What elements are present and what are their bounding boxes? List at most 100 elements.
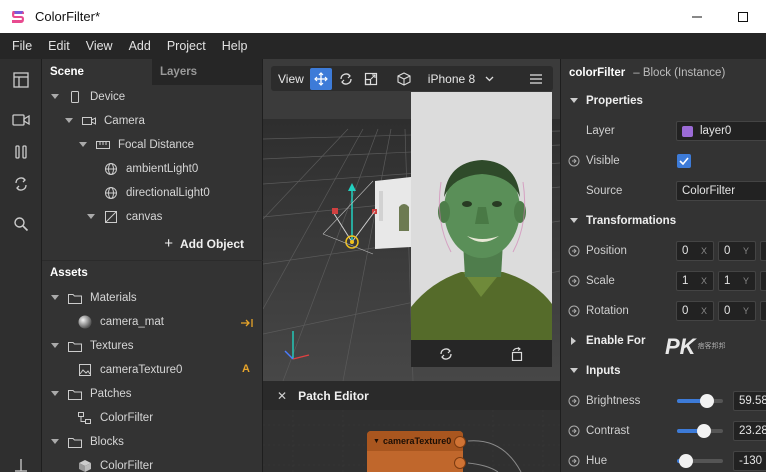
contrast-slider-knob[interactable] [696, 424, 711, 438]
tree-item-canvas[interactable]: canvas [86, 205, 162, 229]
menu-help[interactable]: Help [214, 39, 256, 53]
rotate-tool-button[interactable] [335, 68, 357, 90]
rotation-x-field[interactable]: 0 X [676, 301, 714, 321]
position-z-field[interactable] [760, 241, 766, 261]
material-sphere-icon [78, 315, 92, 329]
tab-layers[interactable]: Layers [152, 59, 262, 85]
tab-scene[interactable]: Scene [42, 59, 152, 85]
chevron-down-icon[interactable] [64, 116, 74, 126]
connect-arrow-icon[interactable] [568, 275, 580, 287]
menu-project[interactable]: Project [159, 39, 214, 53]
chevron-down-icon[interactable] [86, 212, 96, 222]
rotation-y-field[interactable]: 0 Y [718, 301, 756, 321]
viewport-menu-button[interactable] [525, 68, 547, 90]
connect-arrow-icon[interactable] [568, 155, 580, 167]
menu-file[interactable]: File [4, 39, 40, 53]
layout-button[interactable] [9, 68, 33, 92]
tree-item-colorfilter-block[interactable]: ColorFilter [78, 454, 153, 472]
tree-item-device[interactable]: Device [50, 85, 125, 109]
patch-editor[interactable]: ✕ Patch Editor ▼ cameraTexture0 [263, 381, 560, 472]
video-button[interactable] [9, 108, 33, 132]
tree-item-camera-mat[interactable]: camera_mat [78, 310, 164, 334]
contrast-row: Contrast 23.28 [561, 416, 766, 446]
menu-add[interactable]: Add [121, 39, 159, 53]
brightness-slider-knob[interactable] [699, 394, 714, 408]
local-space-button[interactable] [393, 68, 415, 90]
chevron-down-icon[interactable] [50, 437, 60, 447]
viewport-toolbar: View iPhone 8 [271, 66, 553, 91]
hue-slider[interactable] [677, 454, 723, 468]
pause-button[interactable] [9, 140, 33, 164]
chevron-down-icon[interactable] [50, 341, 60, 351]
tree-item-patches[interactable]: Patches [50, 382, 132, 406]
connect-arrow-icon[interactable] [568, 395, 580, 407]
link-arrow-icon[interactable] [240, 318, 254, 328]
chevron-down-icon[interactable] [50, 92, 60, 102]
menu-view[interactable]: View [78, 39, 121, 53]
video-camera-icon [12, 114, 30, 126]
source-select[interactable]: ColorFilter [676, 181, 766, 201]
canvas-icon [104, 210, 118, 224]
scale-y-field[interactable]: 1 Y [718, 271, 756, 291]
add-object-button[interactable]: + Add Object [164, 235, 244, 252]
device-select[interactable]: iPhone 8 [428, 72, 494, 86]
section-inputs[interactable]: Inputs [561, 359, 766, 383]
chevron-down-icon[interactable] [78, 140, 88, 150]
minimize-button[interactable] [674, 0, 720, 33]
tree-item-textures[interactable]: Textures [50, 334, 133, 358]
tree-item-camera-texture[interactable]: cameraTexture0 [78, 358, 182, 382]
hue-slider-knob[interactable] [679, 454, 694, 468]
orientation-icon[interactable] [510, 346, 524, 361]
scale-z-field[interactable] [760, 271, 766, 291]
tree-item-blocks[interactable]: Blocks [50, 430, 124, 454]
scale-row: Scale 1 X 1 Y [561, 266, 766, 296]
position-x-field[interactable]: 0 X [676, 241, 714, 261]
refresh-button[interactable] [9, 172, 33, 196]
rotation-z-field[interactable] [760, 301, 766, 321]
tree-item-focal-distance[interactable]: Focal Distance [78, 133, 194, 157]
brightness-row: Brightness 59.58 [561, 386, 766, 416]
tree-item-directional-light[interactable]: directionalLight0 [104, 181, 210, 205]
image-icon [78, 363, 92, 377]
chevron-down-icon[interactable] [50, 293, 60, 303]
hue-field[interactable]: -130 [733, 451, 766, 471]
patch-output-port[interactable] [454, 436, 466, 448]
brightness-field[interactable]: 59.58 [733, 391, 766, 411]
chevron-down-icon[interactable] [50, 389, 60, 399]
search-button[interactable] [9, 212, 33, 236]
connect-arrow-icon[interactable] [568, 245, 580, 257]
connect-arrow-icon[interactable] [568, 455, 580, 467]
tree-item-colorfilter-patch[interactable]: ColorFilter [78, 406, 153, 430]
rotate-device-icon[interactable] [439, 347, 453, 361]
tree-item-materials[interactable]: Materials [50, 286, 137, 310]
maximize-button[interactable] [720, 0, 766, 33]
position-y-field[interactable]: 0 Y [718, 241, 756, 261]
layer-select[interactable]: layer0 [676, 121, 766, 141]
brightness-slider[interactable] [677, 394, 723, 408]
scale-x-field[interactable]: 1 X [676, 271, 714, 291]
camera-icon [82, 114, 96, 128]
chevron-down-icon [485, 76, 494, 81]
scale-tool-button[interactable] [360, 68, 382, 90]
patch-node-camera-texture[interactable]: ▼ cameraTexture0 [367, 431, 463, 472]
viewport[interactable]: View iPhone 8 [263, 59, 560, 381]
inspector-object-name: colorFilter [569, 67, 626, 79]
connect-arrow-icon[interactable] [568, 305, 580, 317]
tree-item-camera[interactable]: Camera [64, 109, 145, 133]
menu-edit[interactable]: Edit [40, 39, 78, 53]
upload-button[interactable] [9, 453, 33, 472]
source-row: Source ColorFilter [561, 176, 766, 206]
connect-arrow-icon[interactable] [568, 425, 580, 437]
section-enable-for[interactable]: Enable For [561, 329, 766, 353]
section-transformations[interactable]: Transformations [561, 209, 766, 233]
visible-checkbox[interactable] [677, 154, 691, 168]
section-properties[interactable]: Properties [561, 89, 766, 113]
contrast-field[interactable]: 23.28 [733, 421, 766, 441]
tree-item-ambient-light[interactable]: ambientLight0 [104, 157, 198, 181]
move-tool-button[interactable] [309, 67, 332, 90]
contrast-slider[interactable] [677, 424, 723, 438]
patch-output-port[interactable] [454, 457, 466, 469]
close-patch-editor-icon[interactable]: ✕ [277, 389, 287, 403]
position-row: Position 0 X 0 Y [561, 236, 766, 266]
view-label[interactable]: View [278, 72, 304, 86]
